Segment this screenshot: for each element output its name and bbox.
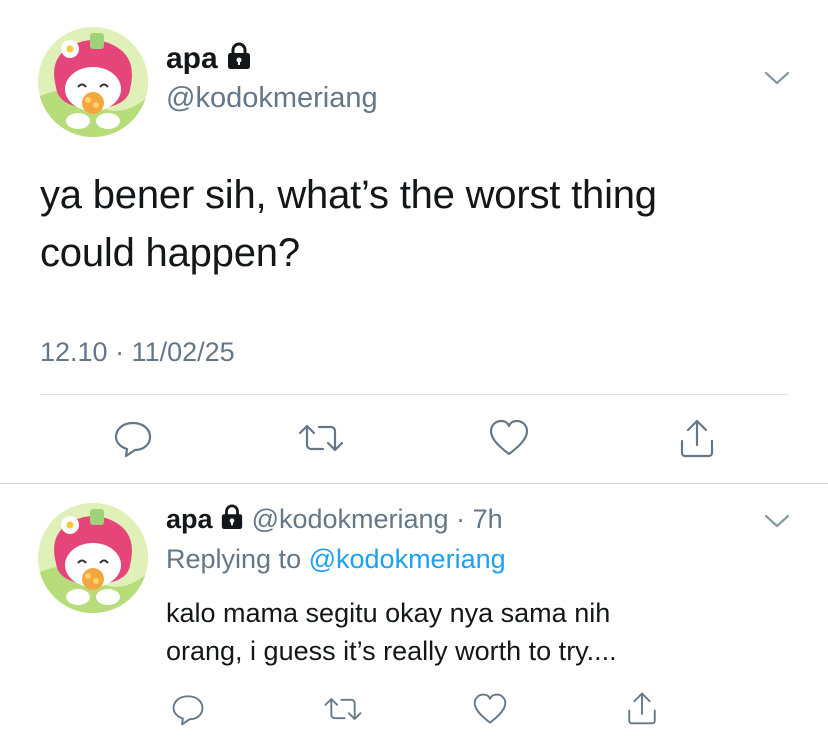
divider — [40, 394, 788, 395]
retweet-icon — [298, 424, 344, 452]
like-button[interactable] — [487, 418, 531, 458]
reply-button[interactable] — [170, 692, 206, 726]
reply-text: kalo mama segitu okay nya sama nih orang… — [166, 594, 806, 670]
like-button[interactable] — [471, 692, 509, 726]
tweet-text-line: could happen? — [40, 231, 300, 275]
avatar[interactable] — [38, 27, 148, 137]
replying-to-label: Replying to — [166, 544, 302, 574]
reply-text-line: orang, i guess it’s really worth to try.… — [166, 636, 617, 666]
share-button[interactable] — [677, 417, 717, 459]
retweet-button[interactable] — [320, 694, 366, 724]
heart-icon — [473, 693, 507, 724]
replying-to: Replying to @kodokmeriang — [166, 544, 506, 575]
reply-text-line: kalo mama segitu okay nya sama nih — [166, 598, 611, 628]
author-name[interactable]: apa — [166, 504, 213, 534]
replying-to-mention[interactable]: @kodokmeriang — [309, 544, 506, 574]
share-icon — [628, 692, 656, 725]
reply-button[interactable] — [112, 418, 154, 458]
tweet-timestamp[interactable]: 12.10 · 11/02/25 — [40, 337, 235, 368]
tweet-text-line: ya bener sih, what’s the worst thing — [40, 173, 657, 217]
time-separator: · — [456, 504, 466, 534]
heart-icon — [489, 419, 529, 456]
avatar[interactable] — [38, 503, 148, 613]
share-button[interactable] — [625, 690, 659, 726]
chevron-down-icon[interactable] — [762, 511, 792, 531]
tweet-text: ya bener sih, what’s the worst thing cou… — [40, 166, 800, 282]
tweet-separator — [0, 483, 828, 484]
chevron-down-icon[interactable] — [762, 68, 792, 88]
tweet-time[interactable]: 7h — [473, 504, 503, 534]
retweet-icon — [324, 698, 362, 720]
retweet-button[interactable] — [294, 420, 348, 456]
reply-header: apa @kodokmeriang · 7h — [166, 504, 503, 537]
author-handle[interactable]: @kodokmeriang — [252, 504, 449, 534]
lock-icon — [220, 504, 244, 537]
share-icon — [680, 419, 714, 458]
lock-icon — [226, 42, 252, 78]
reply-icon — [114, 421, 152, 458]
author-handle[interactable]: @kodokmeriang — [166, 82, 378, 115]
author-name[interactable]: apa — [166, 42, 218, 75]
reply-icon — [172, 695, 204, 726]
